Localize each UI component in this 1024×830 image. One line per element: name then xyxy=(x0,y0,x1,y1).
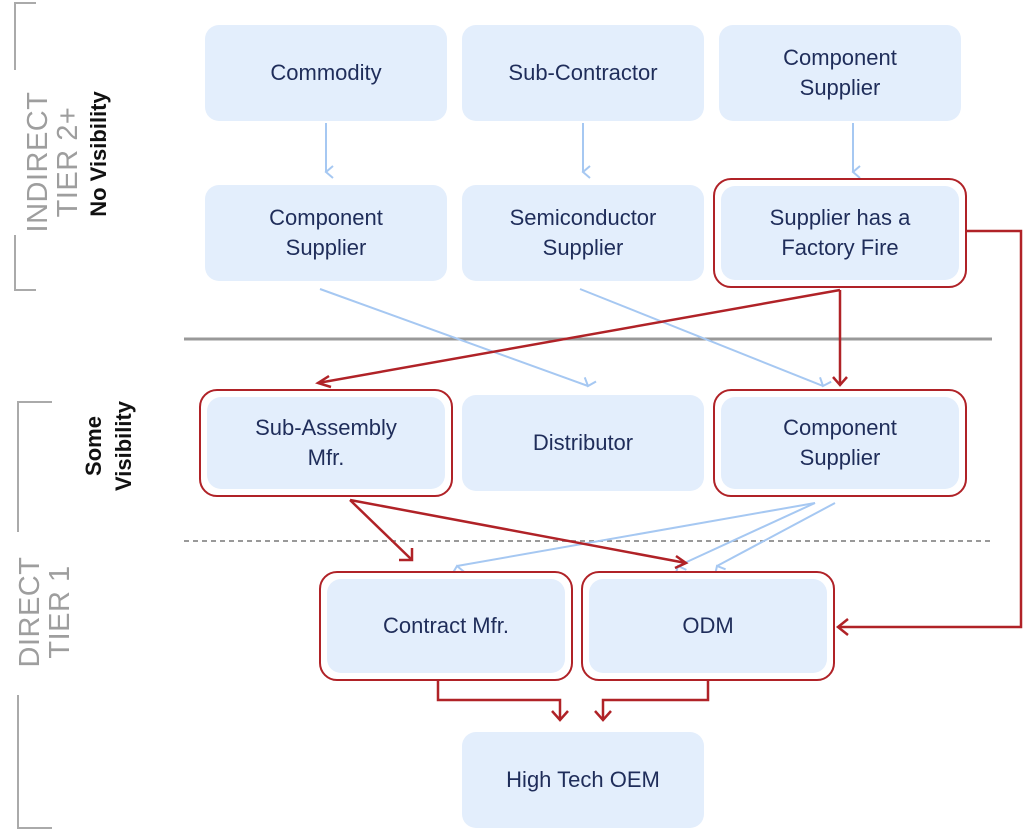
some-visibility-label: Some Visibility xyxy=(81,400,136,492)
node-label: Semiconductor Supplier xyxy=(462,185,704,281)
node-high-tech-oem[interactable]: High Tech OEM xyxy=(462,732,704,828)
tier1-bracket-top xyxy=(17,401,52,532)
node-semiconductor-supplier[interactable]: Semiconductor Supplier xyxy=(462,185,704,281)
node-label: High Tech OEM xyxy=(462,732,704,828)
disruption-contract-to-oem xyxy=(436,680,562,718)
node-odm[interactable]: ODM xyxy=(581,571,835,681)
disruption-fire-to-subassembly xyxy=(317,288,841,385)
node-sub-assembly-mfr[interactable]: Sub-Assembly Mfr. xyxy=(199,389,453,497)
supply-chain-diagram: INDIRECT TIER 2+ No Visibility Some Visi… xyxy=(0,0,1024,830)
flow-component-to-odm-2 xyxy=(714,502,836,576)
node-component-supplier-tier1[interactable]: Component Supplier xyxy=(713,389,967,497)
tier1-bracket-bottom xyxy=(17,695,52,829)
node-component-supplier-tier3[interactable]: Component Supplier xyxy=(719,25,961,121)
node-factory-fire[interactable]: Supplier has a Factory Fire xyxy=(713,178,967,288)
node-component-supplier-tier2[interactable]: Component Supplier xyxy=(205,185,447,281)
node-label: Component Supplier xyxy=(719,25,961,121)
flow-component-to-contract xyxy=(451,502,816,575)
node-label: ODM xyxy=(589,579,827,673)
node-label: Commodity xyxy=(205,25,447,121)
disruption-subassembly-to-odm xyxy=(349,498,687,565)
node-sub-contractor[interactable]: Sub-Contractor xyxy=(462,25,704,121)
tier2-bracket xyxy=(14,2,36,70)
node-label: Sub-Assembly Mfr. xyxy=(207,397,445,489)
no-visibility-label: No Visibility xyxy=(86,91,111,217)
disruption-odm-to-oem xyxy=(601,680,710,718)
node-contract-mfr[interactable]: Contract Mfr. xyxy=(319,571,573,681)
flow-component-to-odm-1 xyxy=(674,502,816,576)
node-label: Contract Mfr. xyxy=(327,579,565,673)
node-label: Distributor xyxy=(462,395,704,491)
node-label: Supplier has a Factory Fire xyxy=(721,186,959,280)
node-label: Component Supplier xyxy=(721,397,959,489)
tier-direct-label: DIRECT TIER 1 xyxy=(14,556,76,668)
node-distributor[interactable]: Distributor xyxy=(462,395,704,491)
node-commodity[interactable]: Commodity xyxy=(205,25,447,121)
tier-indirect-label: INDIRECT TIER 2+ xyxy=(22,91,84,233)
node-label: Sub-Contractor xyxy=(462,25,704,121)
node-label: Component Supplier xyxy=(205,185,447,281)
